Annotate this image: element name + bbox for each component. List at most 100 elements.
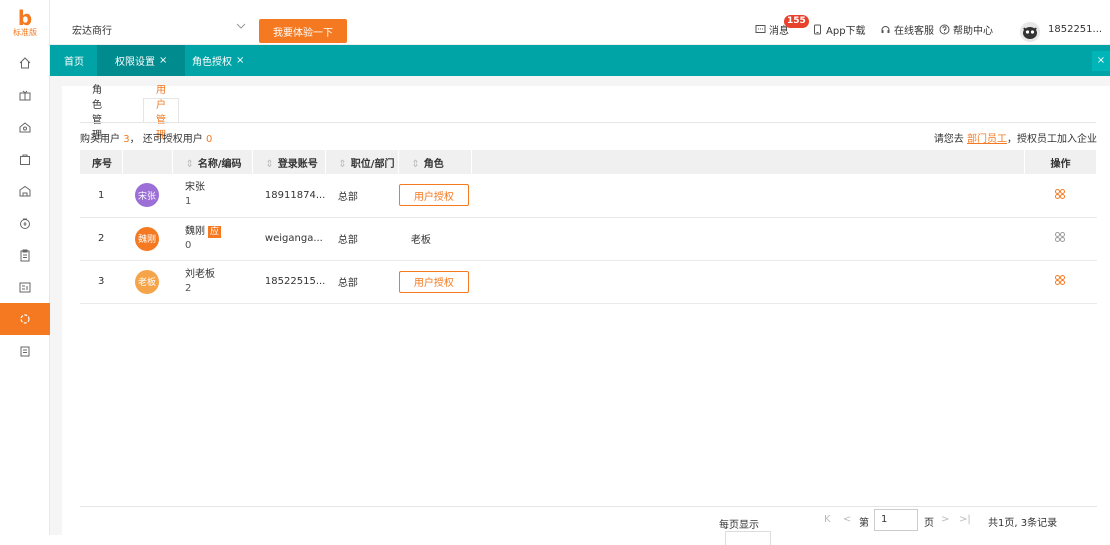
- role-cell: 老板: [398, 217, 472, 261]
- auth-cell: 用户授权: [398, 260, 1025, 304]
- hint-prefix: 请您去: [933, 134, 964, 145]
- home-icon[interactable]: [0, 47, 50, 79]
- tab-home[interactable]: 首页: [64, 45, 84, 76]
- report-icon[interactable]: [0, 271, 50, 303]
- table-row: 2 魏刚 魏刚应 0 weiganga... 总部 老板: [80, 217, 1097, 261]
- tab-role-management[interactable]: 角色管理: [80, 85, 114, 141]
- col-index: 序号: [80, 150, 124, 174]
- tab-label: 角色授权: [192, 57, 232, 68]
- sort-icon: ⇕: [185, 158, 194, 170]
- bag-icon[interactable]: [0, 143, 50, 175]
- clipboard-icon[interactable]: [0, 239, 50, 271]
- auth-cell: [471, 217, 1025, 261]
- app-download-link[interactable]: App下载: [812, 22, 866, 37]
- logo-text: 标准版: [13, 28, 37, 37]
- settings-active-icon[interactable]: [0, 303, 50, 335]
- gift-icon[interactable]: [0, 79, 50, 111]
- user-management-panel: 角色管理 用户管理 购买用户 3， 还可授权用户 0 请您去 部门员工，授权员工…: [62, 85, 1110, 545]
- first-page-icon[interactable]: K: [824, 514, 831, 525]
- dept-cell: 总部: [325, 260, 399, 304]
- tab-permission-settings[interactable]: 权限设置 ×: [97, 45, 186, 76]
- page-suffix: 页: [924, 518, 934, 529]
- document-icon[interactable]: [0, 335, 50, 367]
- col-dept-label: 职位/部门: [350, 158, 395, 170]
- message-icon: [755, 25, 766, 33]
- avatar-cell: 宋张: [122, 174, 173, 218]
- logo-mark: b: [17, 6, 33, 30]
- dept-cell: 总部: [325, 217, 399, 261]
- help-center-label: 帮助中心: [953, 26, 993, 37]
- col-dept[interactable]: ⇕ 职位/部门: [325, 150, 400, 174]
- hint-suffix: ，授权员工加入企业: [1007, 134, 1097, 145]
- department-staff-link[interactable]: 部门员工: [967, 134, 1007, 145]
- col-account[interactable]: ⇕ 登录账号: [252, 150, 327, 174]
- user-name: 刘老板: [184, 268, 215, 280]
- col-role[interactable]: ⇕ 角色: [398, 150, 473, 174]
- col-account-label: 登录账号: [277, 158, 318, 170]
- help-center-link[interactable]: 帮助中心: [939, 22, 993, 37]
- col-name[interactable]: ⇕ 名称/编码: [172, 150, 254, 174]
- prev-page-icon[interactable]: <: [843, 514, 851, 525]
- page-number-input[interactable]: 1: [874, 509, 918, 531]
- table-header-row: 序号 ⇕ 名称/编码 ⇕ 登录账号 ⇕ 职位/部门 ⇕ 角色 操作: [80, 150, 1098, 174]
- ops-cell: [1024, 174, 1097, 218]
- user-authorize-button[interactable]: 用户授权: [398, 270, 469, 293]
- status-badge: 应: [207, 225, 221, 238]
- name-cell: 宋张 1: [172, 174, 253, 218]
- col-name-label: 名称/编码: [197, 158, 242, 170]
- last-page-icon[interactable]: >|: [959, 514, 971, 525]
- close-icon[interactable]: ×: [236, 55, 244, 66]
- main-content: 角色管理 用户管理 购买用户 3， 还可授权用户 0 请您去 部门员工，授权员工…: [50, 76, 1110, 545]
- user-stats: 购买用户 3， 还可授权用户 0: [80, 130, 212, 145]
- col-role-label: 角色: [423, 158, 444, 170]
- grid-menu-icon[interactable]: [1054, 188, 1066, 200]
- user-code: 1: [184, 196, 192, 208]
- help-icon: [939, 24, 950, 35]
- page-size-select[interactable]: [725, 531, 771, 545]
- user-table: 序号 ⇕ 名称/编码 ⇕ 登录账号 ⇕ 职位/部门 ⇕ 角色 操作 1 宋张 宋张 1: [80, 150, 1098, 304]
- chevron-down-icon[interactable]: [235, 20, 247, 32]
- online-service-label: 在线客服: [894, 26, 934, 37]
- messages-badge: 155: [784, 15, 809, 28]
- house-icon[interactable]: [0, 111, 50, 143]
- page-size-label: 每页显示: [719, 520, 759, 531]
- user-phone[interactable]: 1852251...: [1048, 24, 1102, 35]
- footer-divider: [80, 506, 1097, 507]
- col-avatar: [122, 150, 174, 174]
- close-icon[interactable]: ×: [159, 55, 167, 66]
- sort-icon: ⇕: [265, 158, 274, 170]
- page-tabs: 首页 权限设置 × 角色授权 × ×: [50, 45, 1110, 76]
- try-button[interactable]: 我要体验一下: [259, 19, 347, 43]
- store-icon[interactable]: [0, 175, 50, 207]
- user-authorize-button[interactable]: 用户授权: [398, 184, 469, 207]
- stats-separator: ，: [129, 134, 140, 145]
- grid-menu-icon[interactable]: [1054, 231, 1066, 243]
- row-index: 3: [80, 260, 123, 304]
- department-hint: 请您去 部门员工，授权员工加入企业: [934, 130, 1097, 145]
- table-row: 1 宋张 宋张 1 18911874... 总部 按用户授权 用户授权: [80, 174, 1097, 218]
- sort-icon: ⇕: [411, 158, 420, 170]
- col-ops: 操作: [1024, 150, 1098, 174]
- phone-icon: [814, 24, 821, 35]
- dept-cell: 总部: [325, 174, 399, 218]
- left-sidebar: b 标准版: [0, 0, 50, 535]
- divider: [80, 122, 1096, 123]
- avatar: 魏刚: [134, 226, 159, 251]
- table-row: 3 老板 刘老板 2 18522515... 总部 老板 用户授权: [80, 260, 1097, 304]
- tab-user-management[interactable]: 用户管理: [143, 85, 179, 141]
- user-avatar[interactable]: [1020, 22, 1040, 42]
- avatar: 老板: [134, 269, 159, 294]
- page-summary: 共1页, 3条记录: [988, 518, 1058, 529]
- online-service-link[interactable]: 在线客服: [880, 22, 934, 37]
- money-bag-icon[interactable]: [0, 207, 50, 239]
- company-name[interactable]: 宏达商行: [72, 22, 112, 37]
- avatar: 宋张: [134, 183, 159, 208]
- next-page-icon[interactable]: >: [941, 514, 949, 525]
- account-cell: weiganga...: [252, 217, 326, 261]
- tab-role-authorization[interactable]: 角色授权 ×: [192, 45, 244, 76]
- logo[interactable]: b 标准版: [6, 8, 44, 44]
- headset-icon: [881, 26, 890, 33]
- close-all-tabs-icon[interactable]: ×: [1092, 51, 1110, 71]
- account-cell: 18522515...: [252, 260, 326, 304]
- grid-menu-icon[interactable]: [1054, 274, 1066, 286]
